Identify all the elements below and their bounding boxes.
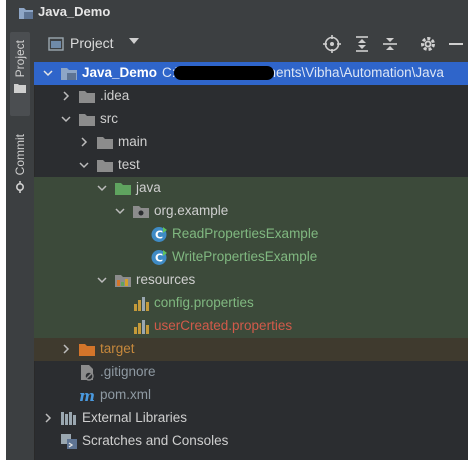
tree-item-idea[interactable]: .idea — [34, 85, 468, 108]
tree-item-usercreated-properties[interactable]: userCreated.properties — [34, 315, 468, 338]
item-label: target — [100, 341, 135, 356]
tree-item-root[interactable]: Java_Demo C:\Users\...\Documents\Vibha\A… — [34, 62, 468, 85]
tree-item-pom[interactable]: m pom.xml — [34, 384, 468, 407]
tree-item-package[interactable]: org.example — [34, 200, 468, 223]
tree-item-resources[interactable]: resources — [34, 269, 468, 292]
tab-commit[interactable]: Commit — [10, 134, 30, 204]
collapse-all-icon[interactable] — [380, 34, 400, 54]
chevron-down-icon[interactable] — [96, 182, 108, 194]
folder-icon — [97, 160, 113, 172]
chevron-right-icon[interactable] — [78, 136, 90, 148]
chevron-down-icon[interactable] — [78, 159, 90, 171]
chevron-down-icon[interactable] — [96, 274, 108, 286]
item-label: test — [118, 157, 140, 172]
folder-icon — [97, 137, 113, 149]
tree-item-config-properties[interactable]: config.properties — [34, 292, 468, 315]
chevron-right-icon[interactable] — [60, 343, 72, 355]
resources-folder-icon — [115, 275, 131, 287]
tree-item-src[interactable]: src — [34, 108, 468, 131]
item-label: main — [118, 134, 148, 149]
chevron-right-icon[interactable] — [42, 412, 54, 424]
package-icon — [133, 206, 149, 218]
chevron-down-icon[interactable] — [42, 67, 54, 79]
chevron-down-icon[interactable] — [60, 113, 72, 125]
ide-window: Java_Demo Project Commit Project Java_De… — [6, 0, 468, 460]
tree-item-gitignore[interactable]: .gitignore — [34, 361, 468, 384]
library-icon — [61, 412, 76, 425]
root-name: Java_Demo — [82, 65, 158, 80]
item-label: src — [100, 111, 118, 126]
tree-item-main[interactable]: main — [34, 131, 468, 154]
item-label: ReadPropertiesExample — [172, 226, 319, 241]
item-label: pom.xml — [100, 387, 152, 402]
test-class-icon: C — [151, 227, 167, 242]
test-class-icon: C — [151, 250, 167, 265]
commit-icon — [15, 181, 25, 194]
item-label: org.example — [154, 203, 229, 218]
folder-icon — [14, 84, 26, 94]
folder-icon — [79, 114, 95, 126]
ignore-file-icon — [81, 365, 94, 381]
item-label: config.properties — [154, 295, 254, 310]
svg-text:m: m — [79, 387, 95, 404]
window-title: Java_Demo — [38, 4, 111, 19]
item-label: resources — [136, 272, 196, 287]
scratches-icon — [61, 434, 77, 449]
item-label: External Libraries — [82, 410, 188, 425]
item-label: .idea — [100, 88, 130, 103]
tree-item-target[interactable]: target — [34, 338, 468, 361]
item-label: WritePropertiesExample — [172, 249, 318, 264]
title-bar: Java_Demo — [6, 0, 468, 26]
gear-icon[interactable] — [418, 34, 438, 54]
expand-all-icon[interactable] — [352, 34, 372, 54]
chevron-down-icon[interactable] — [129, 37, 139, 45]
tab-project[interactable]: Project — [10, 32, 30, 116]
tree-item-class-read[interactable]: C ReadPropertiesExample — [34, 223, 468, 246]
test-folder-icon — [115, 183, 131, 195]
tab-project-label: Project — [13, 40, 27, 78]
hide-icon[interactable] — [446, 34, 466, 54]
properties-file-icon — [134, 297, 149, 311]
item-label: java — [136, 180, 161, 195]
project-toolbar: Project — [34, 26, 468, 63]
tree-item-class-write[interactable]: C WritePropertiesExample — [34, 246, 468, 269]
locate-icon[interactable] — [322, 34, 342, 54]
module-folder-icon — [61, 68, 77, 80]
chevron-right-icon[interactable] — [60, 90, 72, 102]
tree-item-external-libraries[interactable]: External Libraries — [34, 407, 468, 430]
left-tool-strip: Project Commit — [6, 26, 35, 460]
tree-item-java[interactable]: java — [34, 177, 468, 200]
project-view-title[interactable]: Project — [70, 35, 114, 51]
item-label: Scratches and Consoles — [82, 433, 229, 448]
svg-text:C: C — [155, 229, 163, 242]
properties-file-icon — [134, 320, 149, 334]
project-view-icon — [48, 37, 64, 51]
excluded-folder-icon — [79, 344, 95, 356]
tab-commit-label: Commit — [13, 134, 27, 176]
project-tree: Java_Demo C:\Users\...\Documents\Vibha\A… — [34, 62, 468, 460]
chevron-down-icon[interactable] — [114, 205, 126, 217]
maven-icon: m — [79, 387, 95, 404]
tree-item-test[interactable]: test — [34, 154, 468, 177]
tree-item-scratches[interactable]: Scratches and Consoles — [34, 430, 468, 453]
item-label: .gitignore — [100, 364, 156, 379]
redaction-mark — [174, 66, 274, 80]
item-label: userCreated.properties — [154, 318, 293, 333]
project-folder-icon — [19, 8, 33, 19]
svg-text:C: C — [155, 252, 163, 265]
folder-icon — [79, 91, 95, 103]
